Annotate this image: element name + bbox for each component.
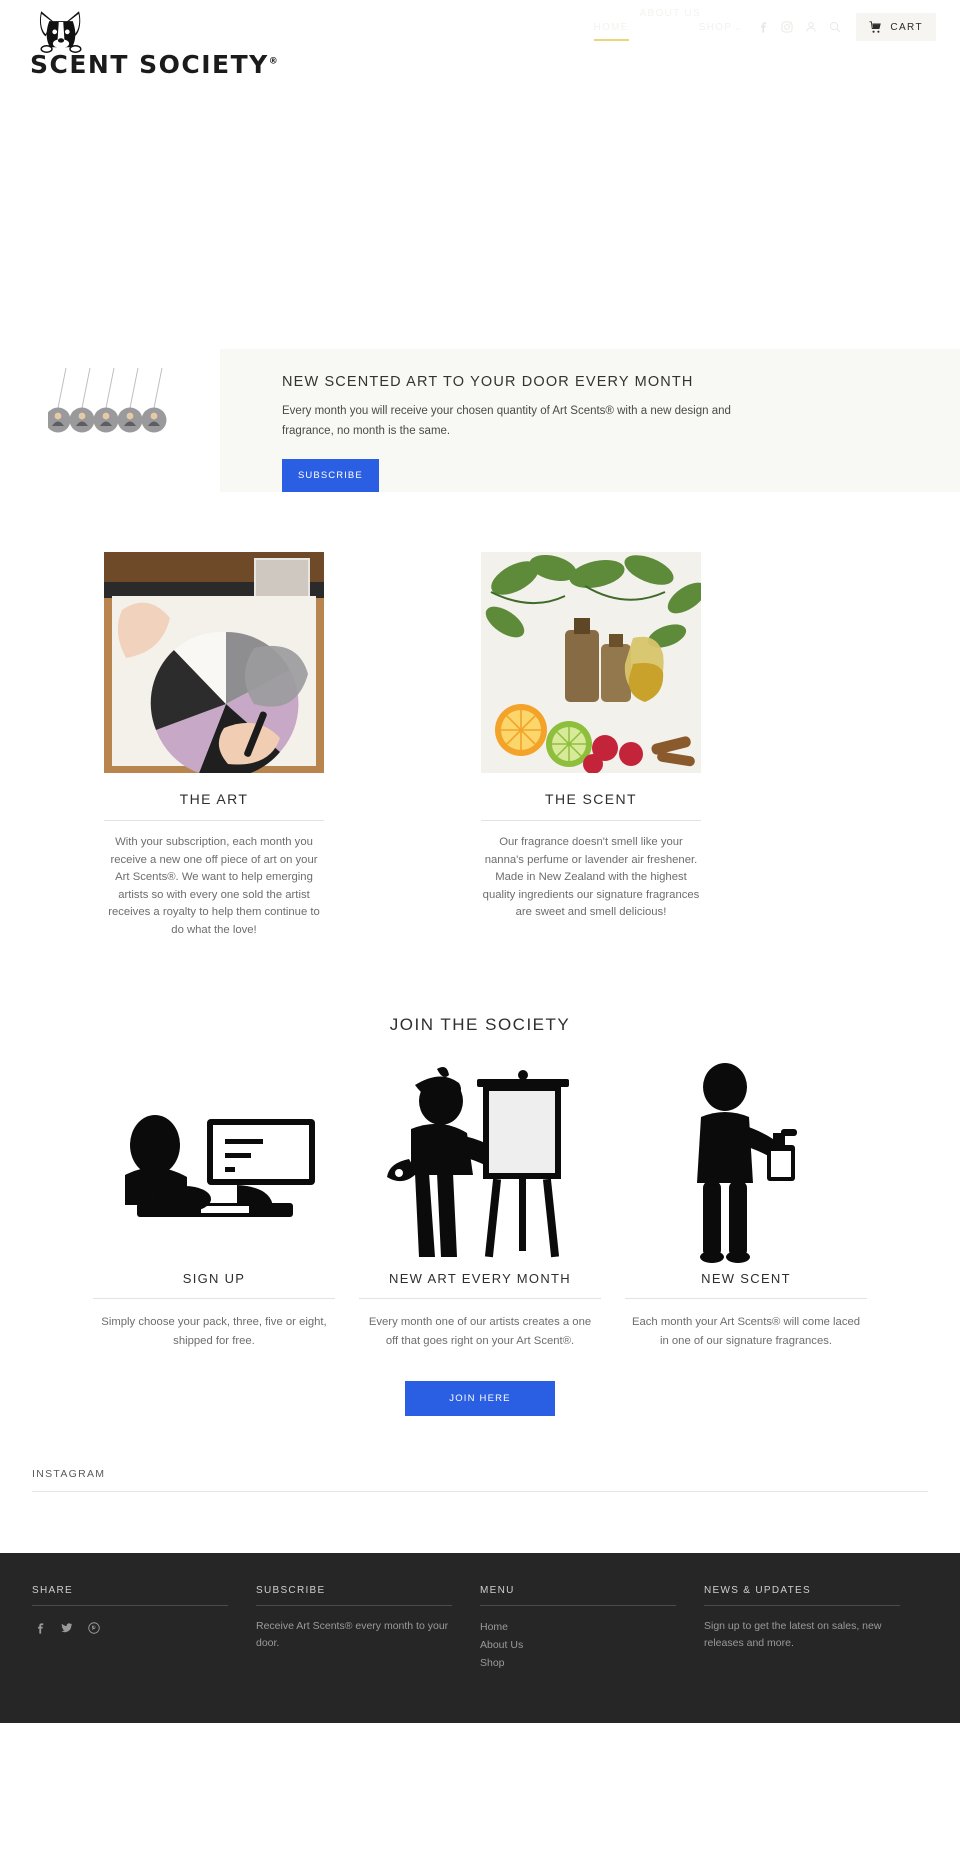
main-navigation: HOME ABOUT US SHOP ⌄ CART [585,8,936,41]
instagram-icon[interactable] [776,17,798,37]
artist-at-easel-icon [359,1063,601,1263]
person-spraying-bottle-icon [625,1063,867,1263]
step-body: Each month your Art Scents® will come la… [631,1316,861,1347]
divider [704,1605,900,1606]
divider [32,1491,928,1492]
footer-menu-links: Home About Us Shop [480,1618,676,1672]
hero-body-text: Every month you will receive your chosen… [282,405,731,437]
join-here-button[interactable]: JOIN HERE [405,1381,555,1416]
footer-column-title: NEWS & UPDATES [704,1585,811,1596]
account-icon[interactable] [800,17,822,37]
air-freshener-hanging-tags-image [45,366,176,444]
join-the-society-section: JOIN THE SOCIETY SIGN UP Simply choose y… [0,1015,960,1416]
footer-column-title: MENU [480,1585,515,1596]
step-title: NEW SCENT [701,1271,791,1286]
join-heading: JOIN THE SOCIETY [389,1015,571,1034]
essential-oils-citrus-berries-image [481,552,701,773]
site-header: SCENT SOCIETY® HOME ABOUT US SHOP ⌄ CART [0,0,960,77]
pinterest-icon[interactable] [86,1620,102,1636]
search-icon[interactable] [824,17,846,37]
hero-banner: NEW SCENTED ART TO YOUR DOOR EVERY MONTH… [0,349,960,492]
footer-column-menu: MENU Home About Us Shop [480,1585,704,1672]
logo[interactable]: SCENT SOCIETY® [30,8,278,79]
footer-link[interactable]: Home [480,1618,676,1636]
twitter-icon[interactable] [59,1620,75,1636]
feature-the-scent: THE SCENT Our fragrance doesn't smell li… [481,552,701,939]
footer-column-text: Sign up to get the latest on sales, new … [704,1620,882,1649]
nav-item-shop[interactable]: SHOP ⌄ [690,18,752,37]
step-body: Simply choose your pack, three, five or … [101,1316,327,1347]
footer-link[interactable]: Shop [480,1654,676,1672]
footer-column-text: Receive Art Scents® every month to your … [256,1620,449,1649]
divider [32,1605,228,1606]
features-section: THE ART With your subscription, each mon… [0,492,960,939]
feature-body: With your subscription, each month you r… [108,836,320,936]
step-body: Every month one of our artists creates a… [368,1316,592,1347]
step-sign-up: SIGN UP Simply choose your pack, three, … [93,1063,335,1351]
person-at-computer-icon [93,1063,335,1263]
step-new-art-every-month: NEW ART EVERY MONTH Every month one of o… [359,1063,601,1351]
facebook-icon[interactable] [752,17,774,37]
divider [256,1605,452,1606]
instagram-section: INSTAGRAM [32,1468,928,1492]
footer-column-share: SHARE [32,1585,256,1672]
logo-wordmark: SCENT SOCIETY® [30,52,278,77]
logo-brand-name: SCENT SOCIETY [30,50,269,79]
subscribe-button[interactable]: SUBSCRIBE [282,459,379,492]
footer-link[interactable]: About Us [480,1636,676,1654]
feature-title: THE SCENT [545,791,637,807]
facebook-icon[interactable] [32,1620,48,1636]
logo-registered-mark: ® [268,56,278,67]
french-bulldog-icon [34,8,88,54]
cart-button[interactable]: CART [856,13,936,41]
feature-the-art: THE ART With your subscription, each mon… [104,552,324,939]
footer-social-icons [32,1618,228,1636]
nav-item-about-us[interactable]: ABOUT US [631,4,700,24]
step-new-scent: NEW SCENT Each month your Art Scents® wi… [625,1063,867,1351]
site-footer: SHARE SUBSCRIBE Receive Art Scents® ever… [0,1553,960,1723]
footer-column-subscribe: SUBSCRIBE Receive Art Scents® every mont… [256,1585,480,1672]
join-cta-wrapper: JOIN HERE [0,1351,960,1416]
footer-column-news-updates: NEWS & UPDATES Sign up to get the latest… [704,1585,928,1672]
divider [480,1605,676,1606]
step-title: NEW ART EVERY MONTH [389,1271,571,1286]
hero-title: NEW SCENTED ART TO YOUR DOOR EVERY MONTH [282,374,694,390]
footer-column-title: SUBSCRIBE [256,1585,326,1596]
feature-title: THE ART [179,791,249,807]
instagram-label: INSTAGRAM [32,1468,106,1480]
steps-row: SIGN UP Simply choose your pack, three, … [0,1035,960,1351]
feature-body: Our fragrance doesn't smell like your na… [482,836,700,918]
chevron-down-icon: ⌄ [734,22,743,32]
artist-drawing-geometric-circle-image [104,552,324,773]
footer-columns: SHARE SUBSCRIBE Receive Art Scents® ever… [32,1585,928,1672]
footer-column-title: SHARE [32,1585,73,1596]
cart-label: CART [890,21,923,33]
shopping-cart-icon [868,20,882,34]
step-title: SIGN UP [182,1271,246,1286]
